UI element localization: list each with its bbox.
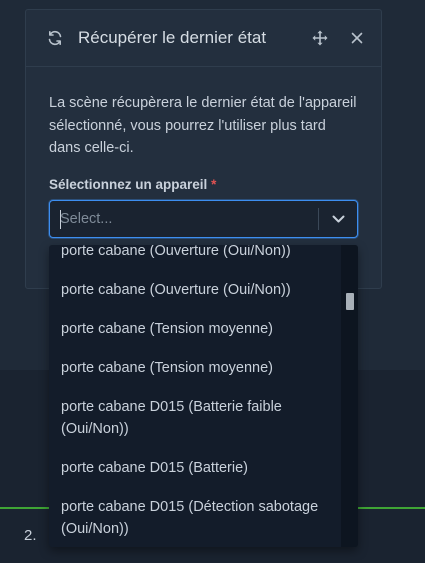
step-number: 2.	[24, 527, 37, 544]
refresh-icon	[46, 29, 64, 47]
required-marker: *	[211, 176, 217, 192]
dropdown-option[interactable]: porte cabane D015 (Détection sabotage (O…	[49, 488, 340, 547]
modal-description: La scène récupèrera le dernier état de l…	[49, 95, 357, 156]
modal-body: La scène récupèrera le dernier état de l…	[26, 67, 381, 192]
close-icon[interactable]	[347, 28, 367, 48]
device-field-label-text: Sélectionnez un appareil	[49, 176, 208, 192]
dropdown-options-list: porte cabane (Ouverture (Oui/Non)) porte…	[49, 245, 340, 547]
dropdown-option[interactable]: porte cabane (Tension moyenne)	[49, 349, 340, 388]
dropdown-option[interactable]: porte cabane (Ouverture (Oui/Non))	[49, 245, 340, 271]
chevron-down-icon[interactable]	[319, 201, 357, 237]
modal-title: Récupérer le dernier état	[78, 28, 267, 47]
scrollbar-thumb[interactable]	[346, 293, 354, 310]
dropdown-option[interactable]: porte cabane D015 (Batterie faible (Oui/…	[49, 388, 340, 449]
device-select-input[interactable]	[50, 201, 318, 237]
device-select[interactable]	[49, 200, 358, 238]
dropdown-option[interactable]: porte cabane (Tension moyenne)	[49, 310, 340, 349]
dropdown-scrollbar[interactable]	[341, 245, 358, 547]
device-field-label: Sélectionnez un appareil *	[49, 177, 358, 192]
move-icon[interactable]	[309, 27, 331, 49]
modal-header: Récupérer le dernier état	[26, 10, 381, 67]
dropdown-option[interactable]: porte cabane D015 (Batterie)	[49, 449, 340, 488]
device-dropdown-menu: porte cabane (Ouverture (Oui/Non)) porte…	[49, 245, 358, 547]
text-caret	[60, 210, 61, 229]
dropdown-option[interactable]: porte cabane (Ouverture (Oui/Non))	[49, 271, 340, 310]
